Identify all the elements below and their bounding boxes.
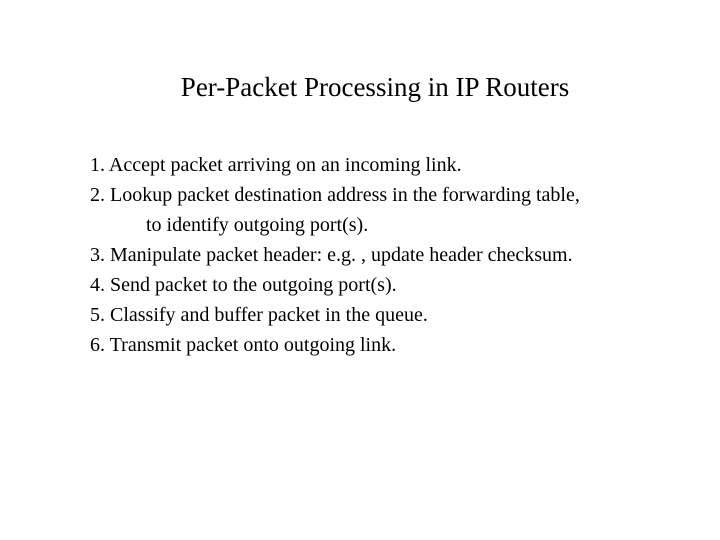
list-item: 5. Classify and buffer packet in the que… <box>90 301 630 330</box>
list-item: 1. Accept packet arriving on an incoming… <box>90 151 630 180</box>
slide-title: Per-Packet Processing in IP Routers <box>120 72 630 103</box>
list-item: 2. Lookup packet destination address in … <box>90 181 630 210</box>
list-item: 4. Send packet to the outgoing port(s). <box>90 271 630 300</box>
list-item: 6. Transmit packet onto outgoing link. <box>90 331 630 360</box>
list-item: 3. Manipulate packet header: e.g. , upda… <box>90 241 630 270</box>
steps-list: 1. Accept packet arriving on an incoming… <box>90 151 630 360</box>
list-item-continuation: to identify outgoing port(s). <box>90 211 630 240</box>
slide-container: Per-Packet Processing in IP Routers 1. A… <box>0 0 720 360</box>
